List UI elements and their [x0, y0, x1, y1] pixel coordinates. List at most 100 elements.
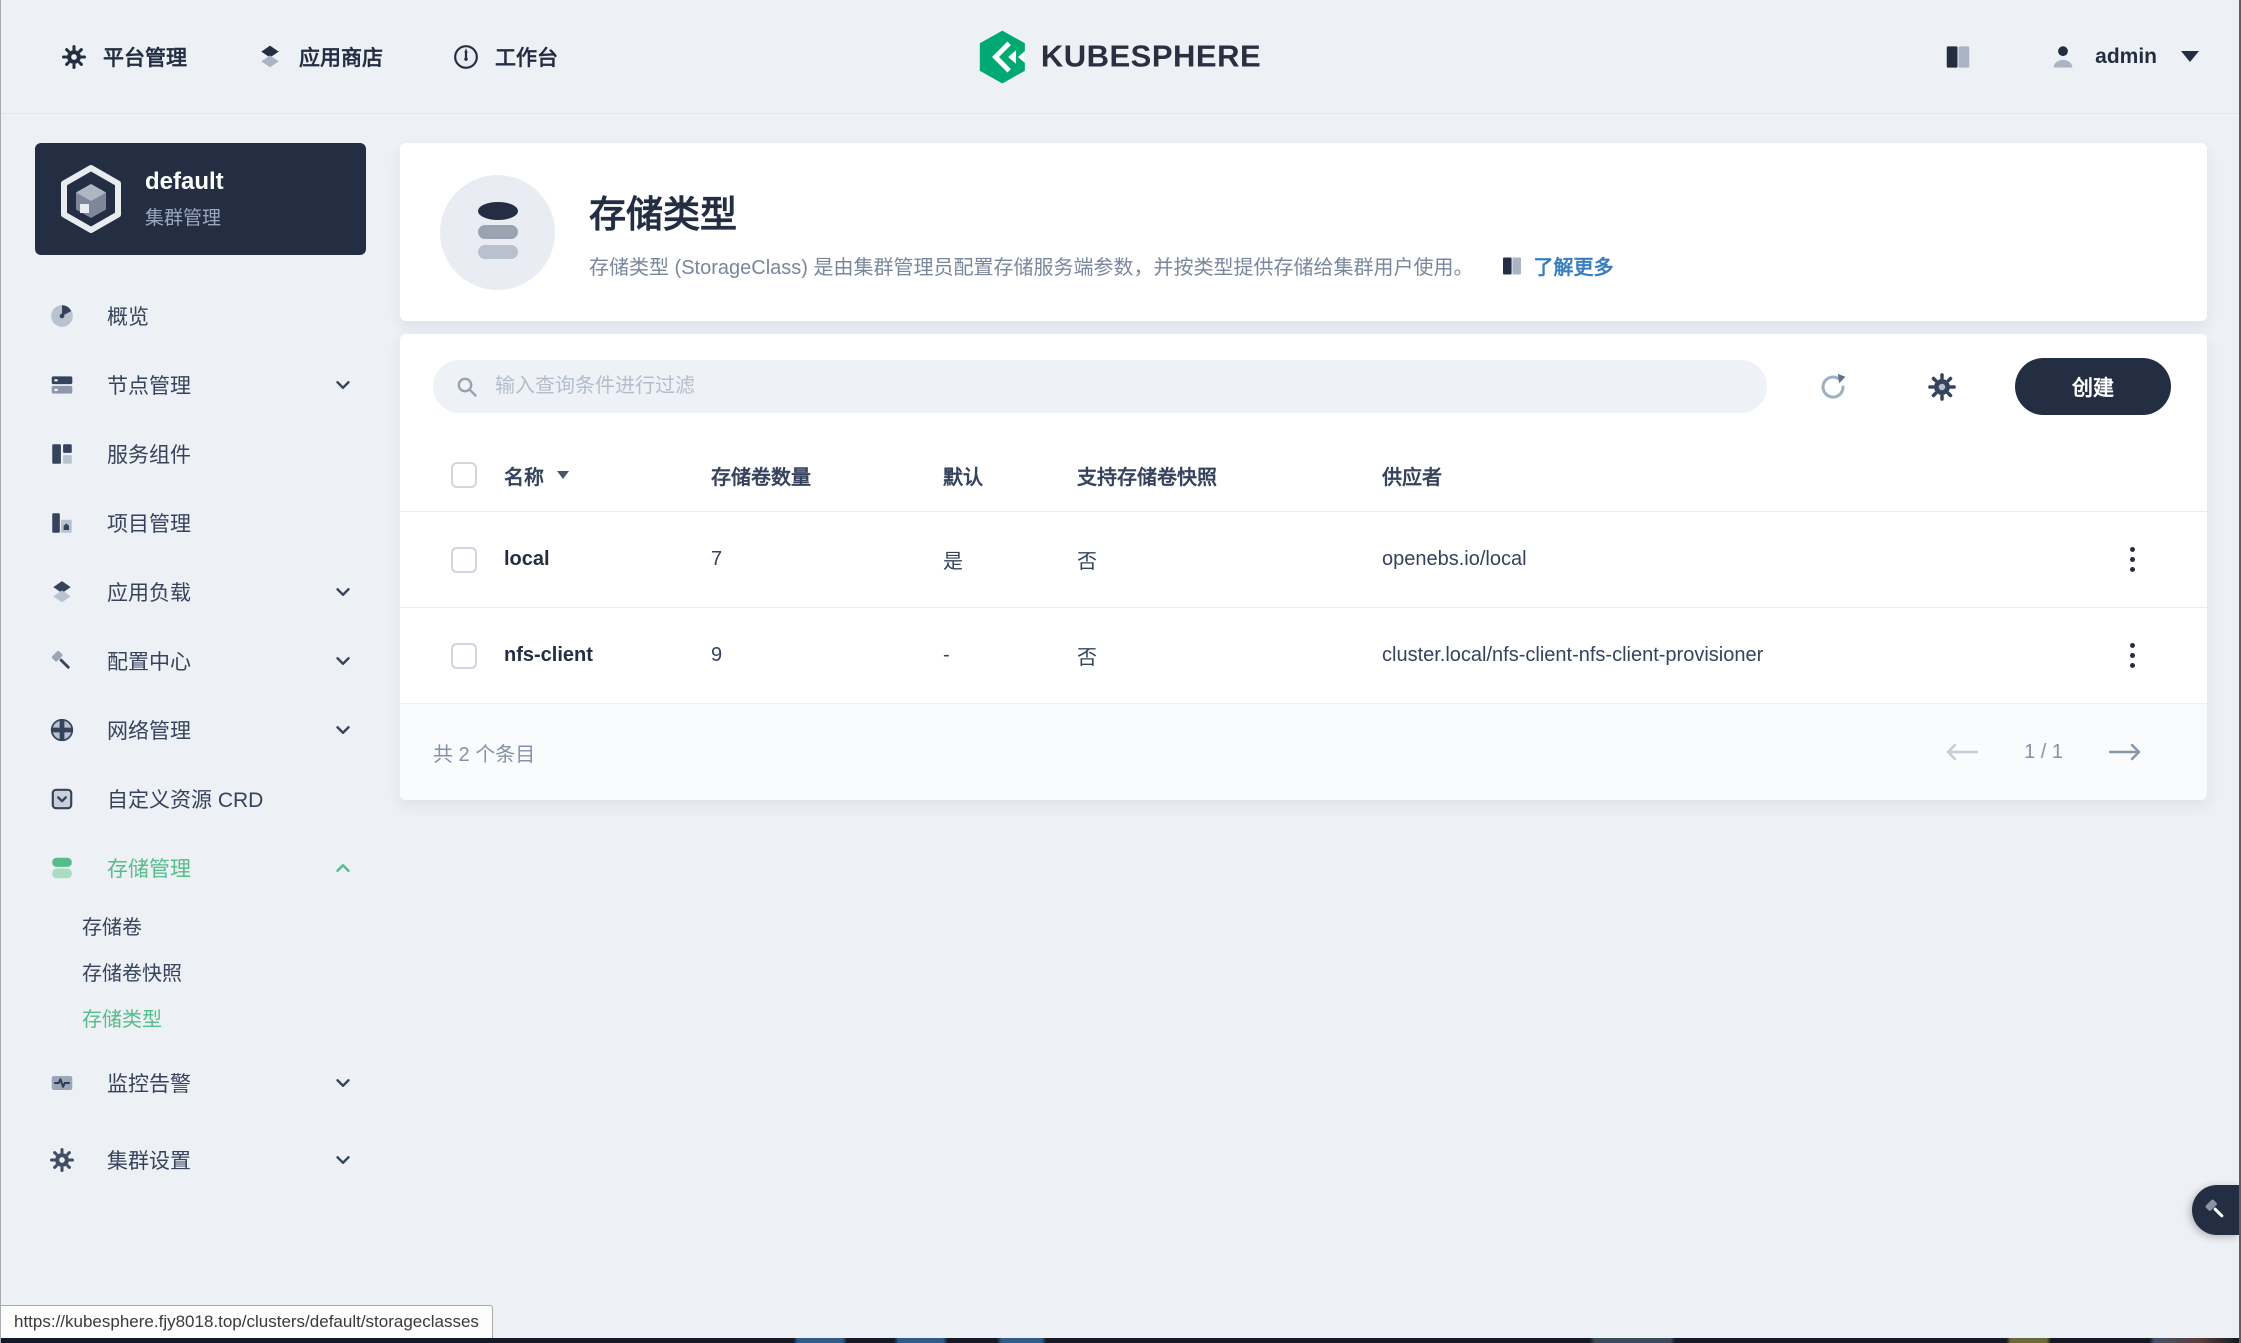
sidebar-item-projects[interactable]: 项目管理 — [1, 488, 398, 557]
row-checkbox[interactable] — [451, 643, 477, 669]
components-icon — [49, 441, 75, 467]
sidebar-item-nodes[interactable]: 节点管理 — [1, 350, 398, 419]
sidebar-menu: 概览 节点管理 — [1, 281, 398, 1194]
storage-class-icon — [440, 175, 555, 290]
hammer-icon — [2203, 1197, 2229, 1223]
column-settings-button[interactable] — [1927, 372, 1957, 402]
nav-app-store[interactable]: 应用商店 — [257, 42, 383, 72]
app-store-icon — [257, 44, 283, 70]
sidebar-item-service-components[interactable]: 服务组件 — [1, 419, 398, 488]
column-header-snapshot: 支持存储卷快照 — [1077, 461, 1382, 490]
next-page-button[interactable] — [2107, 741, 2145, 763]
nav-workbench[interactable]: 工作台 — [453, 42, 558, 72]
row-actions-button[interactable] — [2124, 637, 2141, 674]
storage-class-name-link[interactable]: local — [504, 548, 550, 571]
cluster-subtitle: 集群管理 — [145, 203, 224, 230]
chevron-up-icon — [332, 857, 354, 879]
top-nav: 平台管理 应用商店 工作台 — [61, 42, 558, 72]
sidebar-item-label: 节点管理 — [107, 370, 332, 400]
kubesphere-app: 平台管理 应用商店 工作台 — [0, 0, 2241, 1343]
row-actions-button[interactable] — [2124, 541, 2141, 578]
create-button[interactable]: 创建 — [2015, 358, 2171, 415]
sidebar-item-configuration[interactable]: 配置中心 — [1, 626, 398, 695]
gauge-icon — [49, 303, 75, 329]
search-box — [433, 360, 1767, 413]
layers-icon — [49, 579, 75, 605]
sidebar-item-crd[interactable]: 自定义资源 CRD — [1, 764, 398, 833]
sidebar-item-label: 存储卷快照 — [82, 957, 182, 986]
sidebar-item-storage-classes[interactable]: 存储类型 — [1, 994, 398, 1040]
taskbar-edge — [1, 1338, 2239, 1343]
sort-caret-icon — [556, 470, 570, 480]
cell-volume-count: 7 — [711, 548, 943, 571]
sidebar-item-overview[interactable]: 概览 — [1, 281, 398, 350]
learn-more-link[interactable]: 了解更多 — [1534, 251, 1614, 280]
refresh-icon — [1817, 371, 1849, 403]
storage-class-name-link[interactable]: nfs-client — [504, 644, 593, 667]
cell-provisioner: openebs.io/local — [1382, 548, 2057, 571]
cluster-icon — [59, 164, 123, 234]
logo-text: KUBESPHERE — [1041, 39, 1261, 75]
total-items-text: 共 2 个条目 — [433, 738, 535, 767]
chevron-down-icon — [332, 719, 354, 741]
sidebar-item-label: 项目管理 — [107, 508, 354, 538]
nav-label: 平台管理 — [103, 42, 187, 72]
nav-platform-management[interactable]: 平台管理 — [61, 42, 187, 72]
cell-default: 是 — [943, 545, 1077, 574]
gear-icon — [61, 44, 87, 70]
storage-class-table-card: 创建 名称 存储卷数量 默认 支持存储卷快照 供应者 — [400, 334, 2207, 800]
sidebar-item-label: 存储类型 — [82, 1003, 162, 1032]
refresh-button[interactable] — [1817, 371, 1849, 403]
chevron-down-icon — [332, 581, 354, 603]
sidebar-item-label: 自定义资源 CRD — [107, 784, 354, 814]
arrow-left-icon — [1942, 741, 1980, 763]
sidebar-item-label: 概览 — [107, 301, 354, 331]
prev-page-button[interactable] — [1942, 741, 1980, 763]
arrow-right-icon — [2107, 741, 2145, 763]
top-bar: 平台管理 应用商店 工作台 — [1, 0, 2239, 114]
kubectl-tools-button[interactable] — [2192, 1185, 2239, 1235]
column-header-name[interactable]: 名称 — [504, 461, 711, 490]
sidebar-item-storage[interactable]: 存储管理 — [1, 833, 398, 902]
column-header-default: 默认 — [943, 461, 1077, 490]
select-all-checkbox[interactable] — [451, 462, 477, 488]
sidebar-item-cluster-settings[interactable]: 集群设置 — [1, 1125, 398, 1194]
gear-icon — [49, 1147, 75, 1173]
search-icon — [455, 375, 479, 399]
sidebar-item-workloads[interactable]: 应用负载 — [1, 557, 398, 626]
user-menu[interactable]: admin — [2049, 43, 2199, 71]
table-toolbar: 创建 — [400, 334, 2207, 439]
cell-default: - — [943, 644, 1077, 667]
column-header-provisioner: 供应者 — [1382, 461, 2057, 490]
top-bar-right: admin — [1943, 42, 2199, 72]
chevron-down-icon — [332, 1149, 354, 1171]
pulse-icon — [49, 1070, 75, 1096]
search-input[interactable] — [493, 374, 1745, 399]
globe-icon — [49, 717, 75, 743]
sidebar-item-label: 应用负载 — [107, 577, 332, 607]
crd-icon — [49, 786, 75, 812]
sidebar-item-label: 监控告警 — [107, 1068, 332, 1098]
table-row: nfs-client 9 - 否 cluster.local/nfs-clien… — [400, 607, 2207, 703]
chevron-down-icon — [332, 1072, 354, 1094]
kubesphere-logo[interactable]: KUBESPHERE — [979, 30, 1261, 83]
user-icon — [2049, 43, 2077, 71]
cell-snapshot: 否 — [1077, 545, 1382, 574]
cell-provisioner: cluster.local/nfs-client-nfs-client-prov… — [1382, 644, 2057, 667]
sidebar: default 集群管理 概览 — [1, 114, 398, 1194]
sidebar-item-label: 集群设置 — [107, 1145, 332, 1175]
sidebar-item-network[interactable]: 网络管理 — [1, 695, 398, 764]
nav-label: 工作台 — [495, 42, 558, 72]
book-icon — [1943, 42, 1973, 72]
sidebar-item-label: 配置中心 — [107, 646, 332, 676]
sidebar-item-monitoring[interactable]: 监控告警 — [1, 1048, 398, 1117]
cluster-selector[interactable]: default 集群管理 — [35, 143, 366, 255]
body: default 集群管理 概览 — [1, 114, 2239, 1194]
row-checkbox[interactable] — [451, 547, 477, 573]
chevron-down-icon — [2181, 51, 2199, 62]
docs-button[interactable] — [1943, 42, 1973, 72]
table-footer: 共 2 个条目 1 / 1 — [400, 703, 2207, 800]
sidebar-item-volumes[interactable]: 存储卷 — [1, 902, 398, 948]
page-description: 存储类型 (StorageClass) 是由集群管理员配置存储服务端参数，并按类… — [589, 251, 1474, 280]
sidebar-item-volume-snapshots[interactable]: 存储卷快照 — [1, 948, 398, 994]
